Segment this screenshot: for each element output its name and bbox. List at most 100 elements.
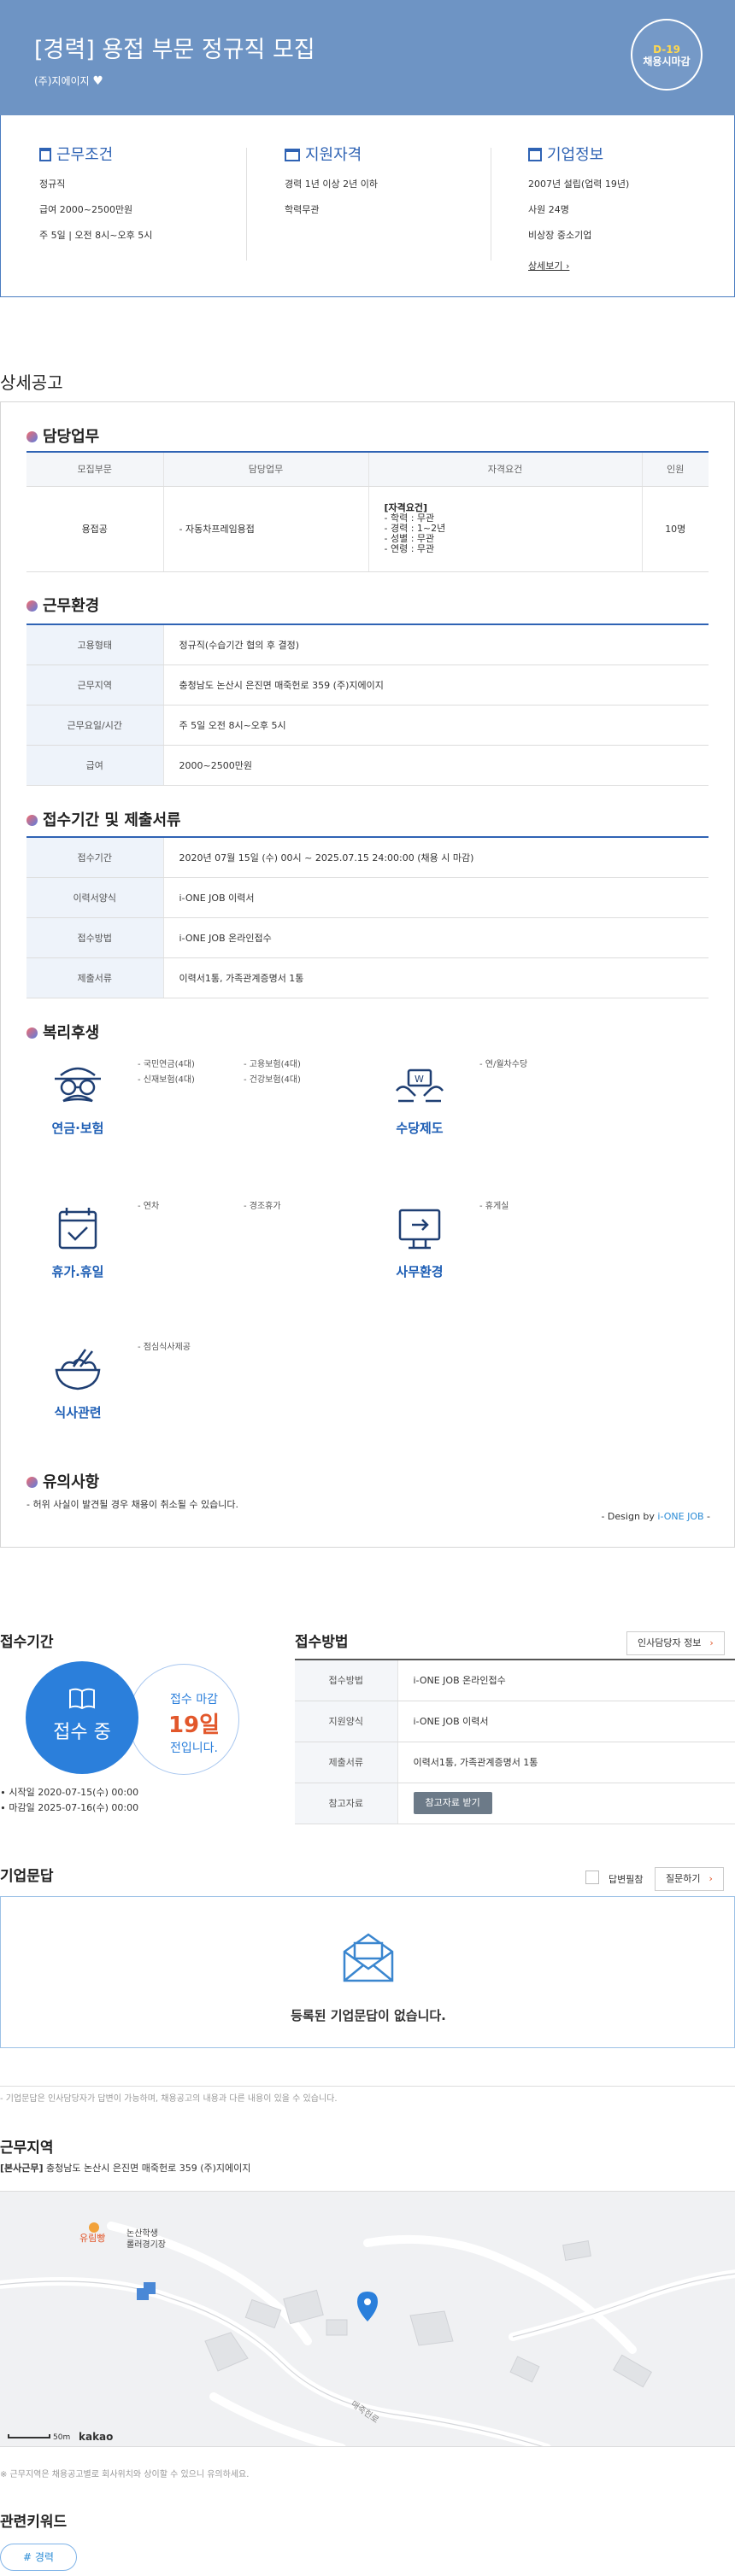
deadline-days: 19일	[168, 1712, 220, 1738]
bullet-icon	[26, 600, 38, 612]
table-header-row: 모집부문 담당업무 자격요건 인원	[26, 452, 709, 487]
apply-heading: 접수기간 및 제출서류	[26, 808, 181, 830]
divider	[246, 148, 247, 261]
map-pin-icon[interactable]	[357, 2292, 378, 2321]
notice-title: 유의사항	[43, 1473, 100, 1491]
hr-info-button[interactable]: 인사담당자 정보 ›	[626, 1631, 725, 1655]
row-value: i-ONE JOB 이력서	[162, 877, 709, 918]
calendar-check-icon	[58, 1208, 97, 1250]
duty-task: - 자동차프레임용접	[162, 486, 368, 572]
reference-download-button[interactable]: 참고자료 받기	[413, 1792, 492, 1814]
table-row: 접수방법 i-ONE JOB 온라인접수	[26, 917, 709, 958]
welfare-meal: 식사관련	[35, 1344, 121, 1421]
welfare-office: 사무환경	[377, 1203, 462, 1280]
notice-heading: 유의사항	[26, 1470, 99, 1492]
summary-company: 기업정보 2007년 설립(업력 19년) 사원 24명 비상장 중소기업 상세…	[528, 143, 629, 284]
map-place-3: 롤러경기장	[126, 2239, 166, 2250]
location-title: 근무지역	[0, 2140, 54, 2157]
address-text: 충청남도 논산시 은진면 매죽헌로 359 (주)지에이지	[46, 2163, 251, 2174]
summary-conditions: 근무조건 정규직 급여 2000~2500만원 주 5일 | 오전 8시~오후 …	[39, 143, 152, 254]
period-title: 접수기간	[0, 1634, 54, 1651]
divider	[0, 2086, 735, 2087]
location-tag: [본사근무]	[0, 2163, 44, 2174]
req-line: - 연령 : 무관	[384, 543, 435, 554]
svg-text:W: W	[415, 1074, 424, 1085]
row-value: 이력서1통, 가족관계증명서 1통	[397, 1742, 735, 1783]
row-key: 지원양식	[295, 1701, 397, 1742]
bullet-icon	[26, 431, 38, 442]
detail-title: 상세공고	[0, 372, 63, 393]
qualification-heading: 지원자격	[285, 143, 378, 165]
row-key: 제출서류	[295, 1742, 397, 1783]
row-value: 2020년 07월 15일 (수) 00시 ~ 2025.07.15 24:00…	[162, 837, 709, 878]
qna-empty-text: 등록된 기업문답이 없습니다.	[291, 2008, 446, 2023]
row-key: 근무지역	[26, 664, 163, 705]
dday-badge: D-19 채용시마감	[631, 19, 703, 91]
credit-prefix: - Design by	[601, 1511, 658, 1522]
duty-heading: 담당업무	[26, 424, 99, 447]
book-icon	[69, 1688, 95, 1710]
env-title: 근무환경	[43, 597, 100, 615]
table-row: 고용형태 정규직(수습기간 협의 후 결정)	[26, 624, 709, 665]
end-text: 마감일 2025-07-16(수) 00:00	[9, 1802, 139, 1813]
location-note: ※ 근무지역은 채용공고별로 회사위치와 상이할 수 있으니 유의하세요.	[0, 2470, 250, 2479]
row-key: 접수기간	[26, 837, 163, 878]
map-place-1: 유림빵	[79, 2233, 105, 2244]
location-address: [본사근무] 충청남도 논산시 은진면 매죽헌로 359 (주)지에이지	[0, 2161, 250, 2175]
row-key: 이력서양식	[26, 877, 163, 918]
duty-title: 담당업무	[43, 428, 100, 446]
monitor-icon	[398, 1209, 441, 1250]
job-summary: 근무조건 정규직 급여 2000~2500만원 주 5일 | 오전 8시~오후 …	[0, 115, 735, 297]
welfare-note: - 연/월차수당	[479, 1060, 528, 1069]
bullet-icon	[26, 1027, 38, 1039]
row-value: 2000~2500만원	[162, 745, 709, 786]
building-icon	[39, 148, 51, 161]
welfare-note: - 점심식사제공	[138, 1343, 191, 1352]
row-value: i-ONE JOB 온라인접수	[397, 1660, 735, 1701]
job-header: [경력] 용접 부문 정규직 모집 (주)지에이지 ♥ D-19 채용시마감	[0, 0, 735, 115]
company-title: 기업정보	[547, 146, 604, 164]
table-row: 근무요일/시간 주 5일 오전 8시~오후 5시	[26, 705, 709, 746]
duty-table: 모집부문 담당업무 자격요건 인원 용접공 - 자동차프레임용접 [자격요건] …	[26, 451, 709, 572]
row-value: 충청남도 논산시 은진면 매죽헌로 359 (주)지에이지	[162, 664, 709, 705]
row-value: i-ONE JOB 온라인접수	[162, 917, 709, 958]
qualification-title: 지원자격	[305, 146, 362, 164]
answer-checkbox[interactable]	[585, 1871, 599, 1884]
design-credit: - Design by i-ONE JOB -	[601, 1511, 710, 1522]
row-value: 이력서1통, 가족관계증명서 1통	[162, 957, 709, 998]
credit-brand: i-ONE JOB	[657, 1511, 704, 1522]
col-header: 인원	[641, 452, 709, 487]
company-detail-link[interactable]: 상세보기 ›	[528, 259, 629, 272]
deadline-label: 접수 마감	[170, 1693, 218, 1707]
row-value: 참고자료 받기	[397, 1783, 735, 1824]
cond-line: 급여 2000~2500만원	[39, 204, 133, 215]
welfare-note: - 신재보험(4대)	[138, 1075, 195, 1085]
company-name[interactable]: (주)지에이지 ♥	[34, 73, 103, 88]
method-table: 접수방법 i-ONE JOB 온라인접수 지원양식 i-ONE JOB 이력서 제출…	[295, 1659, 735, 1824]
corp-line: 비상장 중소기업	[528, 230, 592, 241]
keyword-tag[interactable]: # 경력	[0, 2544, 77, 2571]
welfare-label: 휴가.휴일	[51, 1264, 104, 1279]
heart-icon[interactable]: ♥	[92, 74, 103, 88]
summary-qualification: 지원자격 경력 1년 이상 2년 이하 학력무관	[285, 143, 378, 228]
company-heading: 기업정보	[528, 143, 629, 165]
map-canvas[interactable]: 유림빵 논산학생 롤러경기장 매죽헌로 50m kakao	[0, 2192, 735, 2447]
welfare-label: 사무환경	[396, 1264, 444, 1279]
duty-requirements: [자격요건] - 학력 : 무관 - 경력 : 1~2년 - 성별 : 무관 -…	[368, 486, 642, 572]
status-circle: 접수 중	[26, 1661, 138, 1774]
period-end: ∙ 마감일 2025-07-16(수) 00:00	[0, 1802, 139, 1813]
hr-button-label: 인사담당자 정보	[638, 1637, 702, 1648]
location-map[interactable]: 유림빵 논산학생 롤러경기장 매죽헌로 50m kakao	[0, 2191, 735, 2447]
ask-button[interactable]: 질문하기 ›	[655, 1867, 724, 1891]
row-key: 제출서류	[26, 957, 163, 998]
welfare-note: - 건강보험(4대)	[244, 1075, 301, 1085]
bullet-icon	[26, 1477, 38, 1488]
hands-money-icon: W	[396, 1068, 444, 1103]
env-heading: 근무환경	[26, 594, 99, 616]
table-row: 근무지역 충청남도 논산시 은진면 매죽헌로 359 (주)지에이지	[26, 664, 709, 705]
method-title: 접수방법	[295, 1634, 349, 1651]
welfare-vacation: 휴가.휴일	[35, 1203, 121, 1280]
welfare-label: 수당제도	[396, 1121, 444, 1136]
welfare-note: - 휴게실	[479, 1202, 509, 1211]
notice-text: - 허위 사실이 발견될 경우 채용이 취소될 수 있습니다.	[26, 1499, 238, 1510]
